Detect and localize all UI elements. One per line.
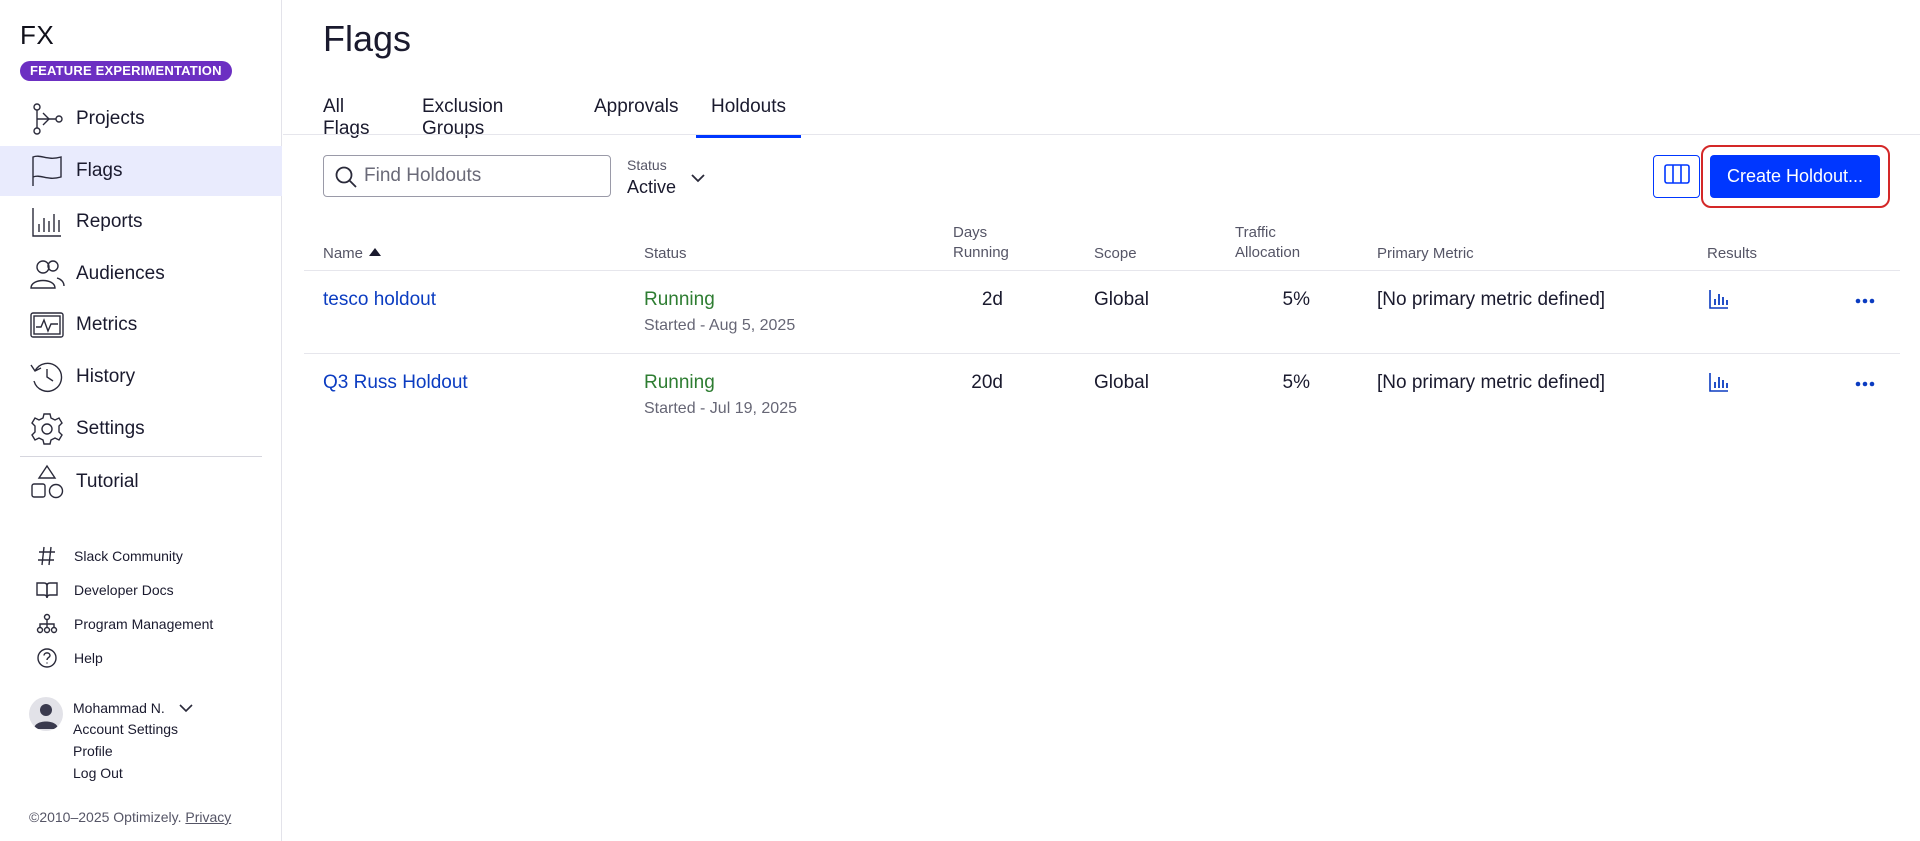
- holdout-scope: Global: [1094, 289, 1149, 310]
- sidebar-item-history[interactable]: History: [0, 352, 282, 402]
- holdout-traffic-allocation: 5%: [1282, 372, 1310, 393]
- table-header-divider: [304, 270, 1900, 271]
- chevron-down-icon[interactable]: [178, 700, 194, 716]
- columns-icon: [1663, 164, 1690, 189]
- column-header-label: Allocation: [1235, 244, 1301, 261]
- status-filter-dropdown[interactable]: Status Active: [627, 155, 717, 199]
- sidebar-item-tutorial[interactable]: Tutorial: [0, 457, 282, 507]
- status-filter-value: Active: [627, 177, 677, 197]
- holdout-status: Running: [644, 372, 715, 393]
- holdout-started-date: Started - Jul 19, 2025: [644, 400, 797, 417]
- user-name[interactable]: Mohammad N.: [73, 700, 165, 716]
- chevron-down-icon: [689, 169, 707, 187]
- sidebar-item-settings[interactable]: Settings: [0, 404, 282, 454]
- column-header-label: Name: [323, 245, 364, 262]
- holdout-days-running: 2d: [981, 289, 1003, 310]
- resource-label: Program Management: [74, 616, 214, 632]
- page-title: Flags: [323, 18, 412, 59]
- sidebar-item-label: Metrics: [76, 314, 138, 335]
- tab-all-flags[interactable]: All Flags: [323, 96, 369, 139]
- tabs-divider: [283, 134, 1920, 135]
- hash-icon: [34, 543, 60, 569]
- tab-exclusion-groups[interactable]: Exclusion Groups: [422, 96, 503, 139]
- resource-developer-docs[interactable]: Developer Docs: [0, 576, 282, 604]
- column-header-primary-metric: Primary Metric: [1377, 245, 1474, 262]
- copyright-text: ©2010–2025 Optimizely.: [29, 809, 182, 825]
- sidebar-item-label: Audiences: [76, 263, 165, 284]
- resource-program-management[interactable]: Program Management: [0, 610, 282, 638]
- resource-label: Help: [74, 650, 103, 666]
- column-header-label: Traffic: [1235, 224, 1276, 241]
- sidebar: FX FEATURE EXPERIMENTATION Projects Flag…: [0, 0, 282, 841]
- sidebar-item-label: Reports: [76, 211, 143, 232]
- column-header-scope: Scope: [1094, 245, 1137, 262]
- profile-link[interactable]: Profile: [73, 743, 113, 759]
- sidebar-item-label: Tutorial: [76, 471, 139, 492]
- reports-icon: [28, 203, 66, 241]
- resource-slack-community[interactable]: Slack Community: [0, 542, 282, 570]
- results-chart-icon[interactable]: [1708, 288, 1730, 310]
- status-filter-label: Status: [627, 157, 667, 173]
- help-icon: [34, 645, 60, 671]
- avatar[interactable]: [29, 697, 63, 731]
- product-logo[interactable]: FX: [20, 20, 54, 51]
- sidebar-item-label: Settings: [76, 418, 145, 439]
- history-icon: [28, 358, 66, 396]
- sidebar-item-reports[interactable]: Reports: [0, 197, 282, 247]
- column-header-traffic-allocation: Traffic Allocation: [1235, 223, 1300, 263]
- projects-icon: [28, 100, 66, 138]
- holdout-primary-metric: [No primary metric defined]: [1377, 372, 1606, 393]
- resource-help[interactable]: Help: [0, 644, 282, 672]
- column-header-label: Days: [953, 224, 988, 241]
- copyright: ©2010–2025 Optimizely. Privacy: [29, 809, 231, 825]
- holdout-traffic-allocation: 5%: [1282, 289, 1310, 310]
- tab-holdouts[interactable]: Holdouts: [696, 96, 801, 138]
- audiences-icon: [28, 255, 66, 293]
- sidebar-item-flags[interactable]: Flags: [0, 146, 282, 196]
- search-input[interactable]: [364, 156, 604, 196]
- holdout-scope: Global: [1094, 372, 1149, 393]
- columns-toggle-button[interactable]: [1653, 155, 1700, 198]
- holdout-name-link[interactable]: Q3 Russ Holdout: [323, 372, 468, 394]
- flag-icon: [28, 152, 66, 190]
- search-box: [323, 155, 611, 197]
- more-options-icon[interactable]: [1854, 373, 1876, 395]
- holdout-days-running: 20d: [971, 372, 1003, 393]
- holdout-started-date: Started - Aug 5, 2025: [644, 317, 796, 334]
- more-options-icon[interactable]: [1854, 290, 1876, 312]
- results-chart-icon[interactable]: [1708, 371, 1730, 393]
- privacy-link[interactable]: Privacy: [185, 809, 231, 825]
- book-icon: [34, 577, 60, 603]
- resource-label: Slack Community: [74, 548, 183, 564]
- tab-approvals[interactable]: Approvals: [594, 96, 679, 136]
- gear-icon: [28, 410, 66, 448]
- search-icon: [334, 165, 358, 189]
- metrics-icon: [28, 306, 66, 344]
- table-row-divider: [304, 353, 1900, 354]
- sidebar-item-label: Projects: [76, 108, 145, 129]
- holdout-status: Running: [644, 289, 715, 310]
- column-header-status: Status: [644, 245, 687, 262]
- sidebar-item-label: Flags: [76, 160, 123, 181]
- resource-label: Developer Docs: [74, 582, 174, 598]
- sidebar-item-metrics[interactable]: Metrics: [0, 300, 282, 350]
- column-header-results: Results: [1707, 245, 1758, 262]
- log-out-link[interactable]: Log Out: [73, 765, 123, 781]
- product-badge: FEATURE EXPERIMENTATION: [20, 61, 232, 81]
- sort-ascending-icon: [369, 248, 382, 256]
- account-settings-link[interactable]: Account Settings: [73, 721, 178, 737]
- sidebar-item-label: History: [76, 366, 136, 387]
- shapes-icon: [28, 463, 66, 501]
- sidebar-item-audiences[interactable]: Audiences: [0, 249, 282, 299]
- column-header-name[interactable]: Name: [323, 244, 382, 264]
- sidebar-item-projects[interactable]: Projects: [0, 94, 282, 144]
- create-holdout-button[interactable]: Create Holdout...: [1710, 155, 1880, 198]
- org-chart-icon: [34, 611, 60, 637]
- column-header-label: Running: [953, 244, 1009, 261]
- holdout-primary-metric: [No primary metric defined]: [1377, 289, 1606, 310]
- holdout-name-link[interactable]: tesco holdout: [323, 289, 436, 311]
- column-header-days-running: Days Running: [953, 223, 1009, 263]
